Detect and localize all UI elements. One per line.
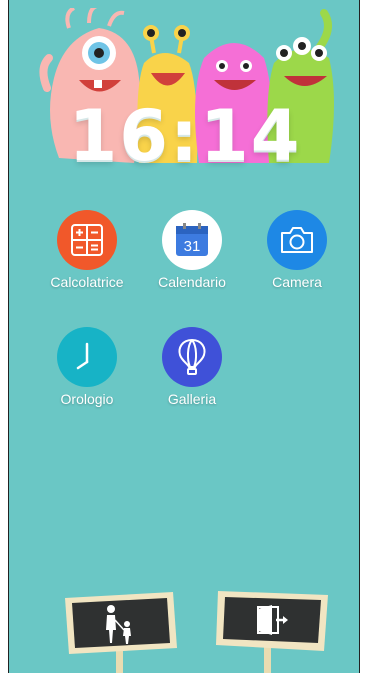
app-label: Calcolatrice [50,274,124,290]
calculator-icon [57,210,117,270]
app-label: Camera [272,274,322,290]
app-calcolatrice[interactable]: Calcolatrice [42,210,132,290]
calendar-day: 31 [184,238,201,255]
exit-button[interactable] [214,585,334,673]
app-camera[interactable]: Camera [252,210,342,290]
app-label: Orologio [60,391,114,407]
balloon-icon [162,327,222,387]
app-calendario[interactable]: 31 Calendario [147,210,237,290]
app-grid: Calcolatrice 31 Calendario Camera Orolog… [9,0,359,420]
launcher-screen: 16:14 Calcolatrice 31 Calendario Camera … [8,0,360,673]
app-galleria[interactable]: Galleria [147,327,237,407]
app-label: Galleria [167,391,217,407]
clock-icon [57,327,117,387]
calendar-icon: 31 [162,210,222,270]
app-label: Calendario [158,274,226,290]
app-orologio[interactable]: Orologio [42,327,132,407]
camera-icon [267,210,327,270]
parent-mode-button[interactable] [61,588,181,673]
